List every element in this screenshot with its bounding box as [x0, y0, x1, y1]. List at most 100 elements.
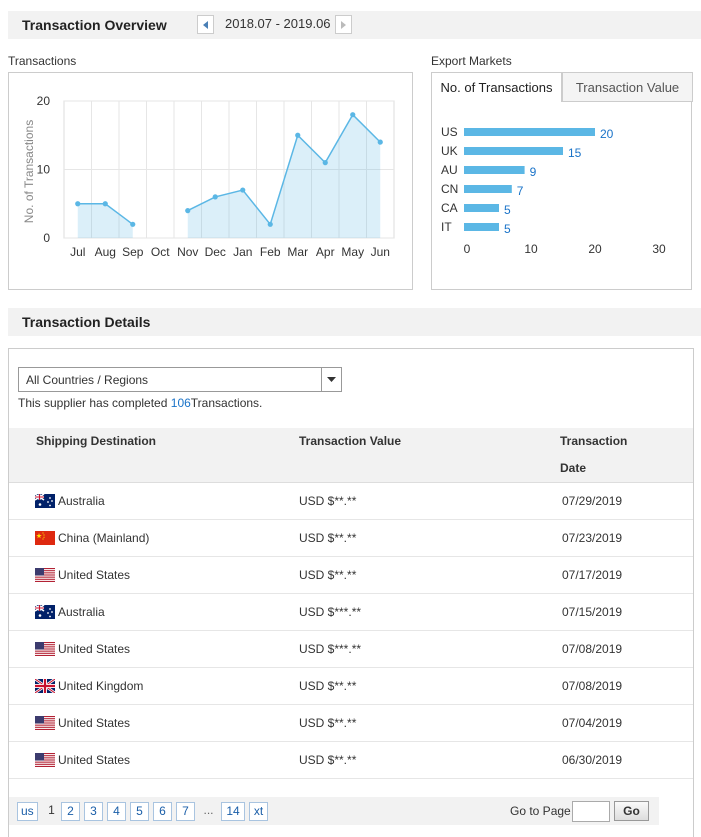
page-14-link[interactable]: 14 — [221, 802, 245, 821]
country-region-select[interactable]: All Countries / Regions — [18, 367, 342, 392]
export-markets-label: Export Markets — [431, 54, 512, 68]
period-range: 2018.07 - 2019.06 — [225, 16, 331, 31]
data-point — [377, 139, 383, 145]
data-point — [102, 201, 108, 207]
us-flag-icon — [35, 642, 55, 656]
y-tick-label: 10 — [37, 163, 51, 177]
data-point — [322, 160, 328, 166]
x-tick-label: Apr — [316, 245, 335, 259]
summary-suffix: Transactions. — [190, 396, 263, 410]
x-tick-label: Jun — [371, 245, 390, 259]
row-value: USD $**.** — [299, 679, 357, 693]
summary-prefix: This supplier has completed — [18, 396, 168, 410]
us-flag-icon — [35, 568, 55, 582]
caret-right-icon — [341, 21, 346, 29]
page-6-link[interactable]: 6 — [153, 802, 172, 821]
row-country: United States — [58, 568, 131, 582]
data-point — [212, 194, 218, 200]
row-value: USD $**.** — [299, 753, 357, 767]
bar — [464, 223, 499, 231]
row-country: China (Mainland) — [58, 531, 150, 545]
data-point — [130, 221, 136, 227]
country-region-select-value: All Countries / Regions — [26, 373, 149, 387]
bar-category-label: CN — [441, 182, 458, 196]
transactions-area-chart: 0 10 20No. of Transactions Jul Aug Sep Oct Nov D… — [22, 94, 395, 259]
goto-page-label: Go to Page — [510, 804, 571, 818]
row-country: United States — [58, 753, 131, 767]
row-value: USD $**.** — [299, 568, 357, 582]
bar-value-label: 20 — [600, 127, 614, 141]
row-value: USD $***.** — [299, 642, 362, 656]
row-date: 06/30/2019 — [562, 753, 623, 767]
data-point — [267, 221, 273, 227]
export-markets-panel: No. of Transactions Transaction Value US… — [431, 72, 693, 290]
caret-left-icon — [203, 21, 208, 29]
table-row: Australia USD $***.** 07/15/2019 — [9, 594, 693, 631]
row-date: 07/08/2019 — [562, 679, 623, 693]
goto-page-input[interactable] — [572, 801, 610, 822]
us-flag-icon — [35, 753, 55, 767]
col-transaction-date-line2: Date — [560, 461, 587, 475]
page-7-link[interactable]: 7 — [176, 802, 195, 821]
page-5-link[interactable]: 5 — [130, 802, 149, 821]
table-row: United States USD $***.** 07/08/2019 — [9, 631, 693, 668]
table-header: Shipping Destination Transaction Value T… — [9, 428, 693, 483]
pagination: us 1 2 3 4 5 6 7 ... 14 xt Go to Page Go — [9, 797, 659, 825]
bar-value-label: 5 — [504, 222, 511, 236]
row-date: 07/17/2019 — [562, 568, 623, 582]
summary-count: 106 — [170, 396, 191, 410]
row-country: United States — [58, 642, 131, 656]
x-tick-label: Oct — [151, 245, 170, 259]
prev-period-button[interactable] — [197, 15, 214, 34]
x-tick-label: Feb — [260, 245, 281, 259]
row-value: USD $**.** — [299, 531, 357, 545]
us-flag-icon — [35, 716, 55, 730]
prev-page-button[interactable]: us — [17, 802, 38, 821]
x-tick-label: Nov — [177, 245, 198, 259]
bar — [464, 204, 499, 212]
x-tick-label: Aug — [95, 245, 116, 259]
transactions-chart-panel: 0 10 20 No. of Transactions Jul Aug Sep Oct Nov D… — [8, 72, 413, 290]
china-flag-icon — [35, 531, 55, 545]
australia-flag-icon — [34, 493, 55, 508]
row-date: 07/15/2019 — [562, 605, 623, 619]
page-2-link[interactable]: 2 — [61, 802, 80, 821]
x-tick-label: 20 — [588, 242, 602, 256]
table-row: Australia USD $**.** 07/29/2019 — [9, 483, 693, 520]
data-point — [240, 187, 246, 193]
bar — [464, 147, 563, 155]
table-row: United States USD $**.** 07/17/2019 — [9, 557, 693, 594]
table-row: China (Mainland) USD $**.** 07/23/2019 — [9, 520, 693, 557]
data-point — [75, 201, 81, 207]
select-caret[interactable] — [321, 368, 341, 391]
uk-flag-icon — [34, 677, 56, 695]
x-tick-label: Mar — [287, 245, 308, 259]
next-period-button[interactable] — [335, 15, 352, 34]
x-tick-label: 30 — [652, 242, 666, 256]
row-value: USD $***.** — [299, 605, 362, 619]
bar-value-label: 15 — [568, 146, 582, 160]
bar-category-label: CA — [441, 201, 458, 215]
x-tick-label: Sep — [122, 245, 144, 259]
australia-flag-icon — [34, 604, 55, 619]
col-transaction-value: Transaction Value — [299, 434, 402, 448]
y-tick-label: 20 — [37, 94, 51, 108]
page-3-link[interactable]: 3 — [84, 802, 103, 821]
bar-value-label: 9 — [530, 165, 537, 179]
bar-value-label: 5 — [504, 203, 511, 217]
page-4-link[interactable]: 4 — [107, 802, 126, 821]
row-country: United States — [58, 716, 131, 730]
area-fill — [77, 203, 133, 238]
export-markets-bar-chart: US 20 UK 15 AU 9 CN 7 CA 5 IT 5 0 10 20 30 — [441, 125, 666, 256]
tab-no-of-transactions[interactable]: No. of Transactions — [431, 72, 562, 102]
tab-transaction-value[interactable]: Transaction Value — [562, 72, 693, 102]
y-axis-label: No. of Transactions — [22, 120, 36, 223]
x-tick-label: May — [341, 245, 364, 259]
go-button[interactable]: Go — [614, 801, 649, 821]
table-row: United Kingdom USD $**.** 07/08/2019 — [9, 668, 693, 705]
bar-category-label: US — [441, 125, 458, 139]
x-tick-label: Jul — [70, 245, 85, 259]
bar-category-label: UK — [441, 144, 458, 158]
table-row: United States USD $**.** 07/04/2019 — [9, 705, 693, 742]
next-page-button[interactable]: xt — [249, 802, 268, 821]
